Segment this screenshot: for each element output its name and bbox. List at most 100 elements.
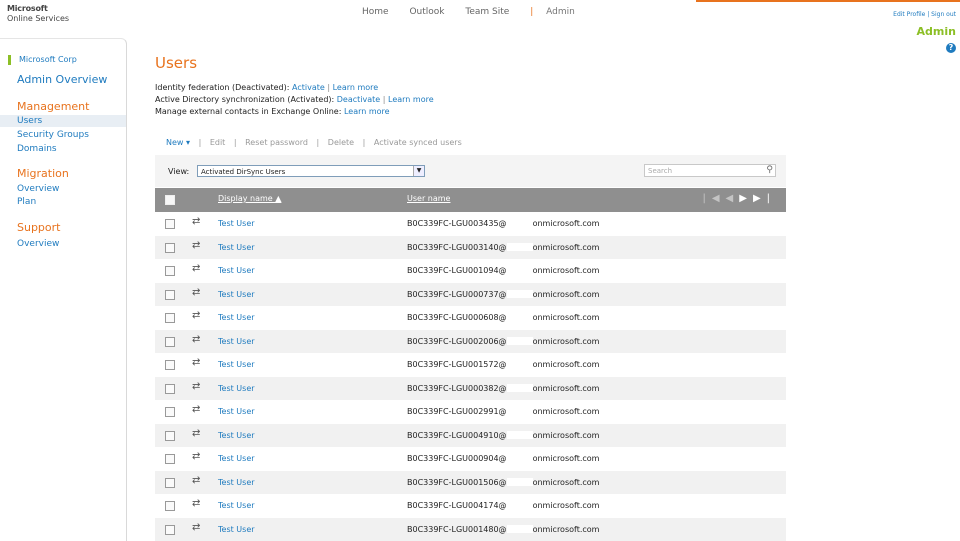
display-name-link[interactable]: Test User: [218, 219, 255, 228]
row-checkbox[interactable]: [165, 454, 175, 464]
sync-icon: ⇄: [192, 263, 200, 274]
row-checkbox[interactable]: [165, 525, 175, 535]
display-name-link[interactable]: Test User: [218, 407, 255, 416]
row-checkbox[interactable]: [165, 360, 175, 370]
table-row[interactable]: ⇄ Test User B0C339FC-LGU004910@onmicrosoft…: [155, 424, 786, 448]
reset-password-button[interactable]: Reset password: [245, 138, 308, 147]
row-checkbox[interactable]: [165, 337, 175, 347]
sync-icon: ⇄: [192, 334, 200, 345]
table-row[interactable]: ⇄Test UserB0C339FC-LGU003140@onmicrosoft…: [155, 236, 786, 260]
table-row[interactable]: ⇄Test UserB0C339FC-LGU001506@onmicrosoft…: [155, 471, 786, 495]
pager: |◀◀▶▶|: [702, 193, 776, 204]
display-name-link[interactable]: Test User: [218, 501, 255, 510]
prev-page-icon[interactable]: ◀: [726, 193, 740, 204]
row-checkbox[interactable]: [165, 243, 175, 253]
table-row[interactable]: ⇄Test UserB0C339FC-LGU003435@onmicrosoft…: [155, 212, 786, 236]
nav-admin[interactable]: Admin: [546, 7, 575, 17]
info-text: Manage external contacts in Exchange Onl…: [155, 107, 341, 116]
row-checkbox[interactable]: [165, 219, 175, 229]
user-name: B0C339FC-LGU003140@onmicrosoft.com: [407, 243, 599, 252]
table-row[interactable]: ⇄Test UserB0C339FC-LGU004174@onmicrosoft…: [155, 494, 786, 518]
row-checkbox[interactable]: [165, 478, 175, 488]
nav-separator: |: [530, 7, 533, 17]
display-name-link[interactable]: Test User: [218, 384, 255, 393]
table-row[interactable]: ⇄Test UserB0C339FC-LGU000737@onmicrosoft…: [155, 283, 786, 307]
edit-button[interactable]: Edit: [210, 138, 226, 147]
sync-icon: ⇄: [192, 357, 200, 368]
learn-more-link[interactable]: Learn more: [333, 83, 379, 92]
external-contacts-line: Manage external contacts in Exchange Onl…: [155, 107, 390, 116]
row-checkbox[interactable]: [165, 407, 175, 417]
sidebar-item-migration-overview[interactable]: Overview: [17, 184, 59, 194]
table-row[interactable]: ⇄Test UserB0C339FC-LGU001480@onmicrosoft…: [155, 518, 786, 541]
logo[interactable]: Microsoft Online Services: [7, 4, 69, 24]
sidebar-item-plan[interactable]: Plan: [17, 197, 36, 207]
display-name-link[interactable]: Test User: [218, 266, 255, 275]
delete-button[interactable]: Delete: [328, 138, 354, 147]
row-checkbox[interactable]: [165, 266, 175, 276]
user-name: B0C339FC-LGU001572@onmicrosoft.com: [407, 360, 599, 369]
display-name-link[interactable]: Test User: [218, 313, 255, 322]
deactivate-link[interactable]: Deactivate: [337, 95, 380, 104]
table-row[interactable]: ⇄Test UserB0C339FC-LGU001094@onmicrosoft…: [155, 259, 786, 283]
table-row[interactable]: ⇄ Test User B0C339FC-LGU001572@onmicrosoft…: [155, 353, 786, 377]
user-name: B0C339FC-LGU004174@onmicrosoft.com: [407, 501, 599, 510]
row-checkbox[interactable]: [165, 384, 175, 394]
nav-home[interactable]: Home: [362, 7, 389, 17]
sync-icon: ⇄: [192, 216, 200, 227]
display-name-link[interactable]: Test User: [218, 243, 255, 252]
search-icon[interactable]: ⚲: [766, 164, 773, 177]
info-text: Identity federation (Deactivated):: [155, 83, 289, 92]
table-row[interactable]: ⇄Test UserB0C339FC-LGU000608@onmicrosoft…: [155, 306, 786, 330]
sidebar-item-security-groups[interactable]: Security Groups: [17, 130, 89, 140]
learn-more-link[interactable]: Learn more: [388, 95, 434, 104]
next-page-icon[interactable]: ▶: [739, 193, 753, 204]
display-name-link[interactable]: Test User: [218, 431, 255, 440]
table-row[interactable]: ⇄Test UserB0C339FC-LGU000904@onmicrosoft…: [155, 447, 786, 471]
user-name: B0C339FC-LGU000904@onmicrosoft.com: [407, 454, 599, 463]
new-button[interactable]: New ▾: [166, 138, 190, 147]
column-user-name[interactable]: User name: [407, 194, 450, 203]
ad-sync-line: Active Directory synchronization (Activa…: [155, 95, 434, 104]
nav-team-site[interactable]: Team Site: [465, 7, 509, 17]
org-name[interactable]: Microsoft Corp: [8, 55, 77, 65]
grid-header: Display name ▲ User name |◀◀▶▶|: [155, 188, 786, 212]
table-row[interactable]: ⇄Test UserB0C339FC-LGU002006@onmicrosoft…: [155, 330, 786, 354]
display-name-link[interactable]: Test User: [218, 454, 255, 463]
table-row[interactable]: ⇄Test UserB0C339FC-LGU000382@onmicrosoft…: [155, 377, 786, 401]
row-checkbox[interactable]: [165, 290, 175, 300]
search-input[interactable]: Search ⚲: [644, 164, 776, 177]
help-icon[interactable]: ?: [946, 43, 956, 53]
sidebar-item-users[interactable]: Users: [17, 116, 42, 126]
column-display-name[interactable]: Display name ▲: [218, 194, 281, 203]
display-name-link[interactable]: Test User: [218, 337, 255, 346]
row-checkbox[interactable]: [165, 501, 175, 511]
nav-outlook[interactable]: Outlook: [409, 7, 444, 17]
sync-icon: ⇄: [192, 404, 200, 415]
learn-more-link[interactable]: Learn more: [344, 107, 390, 116]
logo-line1: Microsoft: [7, 4, 69, 14]
sidebar-item-domains[interactable]: Domains: [17, 144, 57, 154]
view-select[interactable]: Activated DirSync Users ▼: [197, 165, 425, 177]
sidebar-item-support-overview[interactable]: Overview: [17, 239, 59, 249]
display-name-link[interactable]: Test User: [218, 478, 255, 487]
sign-links[interactable]: Edit Profile | Sign out: [893, 11, 956, 18]
sidebar-section-migration: Migration: [17, 167, 69, 180]
display-name-link[interactable]: Test User: [218, 290, 255, 299]
display-name-link[interactable]: Test User: [218, 360, 255, 369]
display-name-link[interactable]: Test User: [218, 525, 255, 534]
row-checkbox[interactable]: [165, 431, 175, 441]
user-name: B0C339FC-LGU004910@onmicrosoft.com: [407, 431, 599, 440]
first-page-icon[interactable]: |◀: [702, 193, 725, 204]
activate-link[interactable]: Activate: [292, 83, 325, 92]
top-header: Microsoft Online Services Home Outlook T…: [0, 0, 960, 38]
chevron-down-icon[interactable]: ▼: [413, 166, 424, 176]
last-page-icon[interactable]: ▶|: [753, 193, 776, 204]
sync-icon: ⇄: [192, 428, 200, 439]
table-row[interactable]: ⇄Test UserB0C339FC-LGU002991@onmicrosoft…: [155, 400, 786, 424]
sidebar-admin-overview[interactable]: Admin Overview: [17, 73, 107, 86]
user-name: B0C339FC-LGU000608@onmicrosoft.com: [407, 313, 599, 322]
row-checkbox[interactable]: [165, 313, 175, 323]
activate-synced-users-button[interactable]: Activate synced users: [374, 138, 462, 147]
select-all-checkbox[interactable]: [165, 195, 175, 205]
